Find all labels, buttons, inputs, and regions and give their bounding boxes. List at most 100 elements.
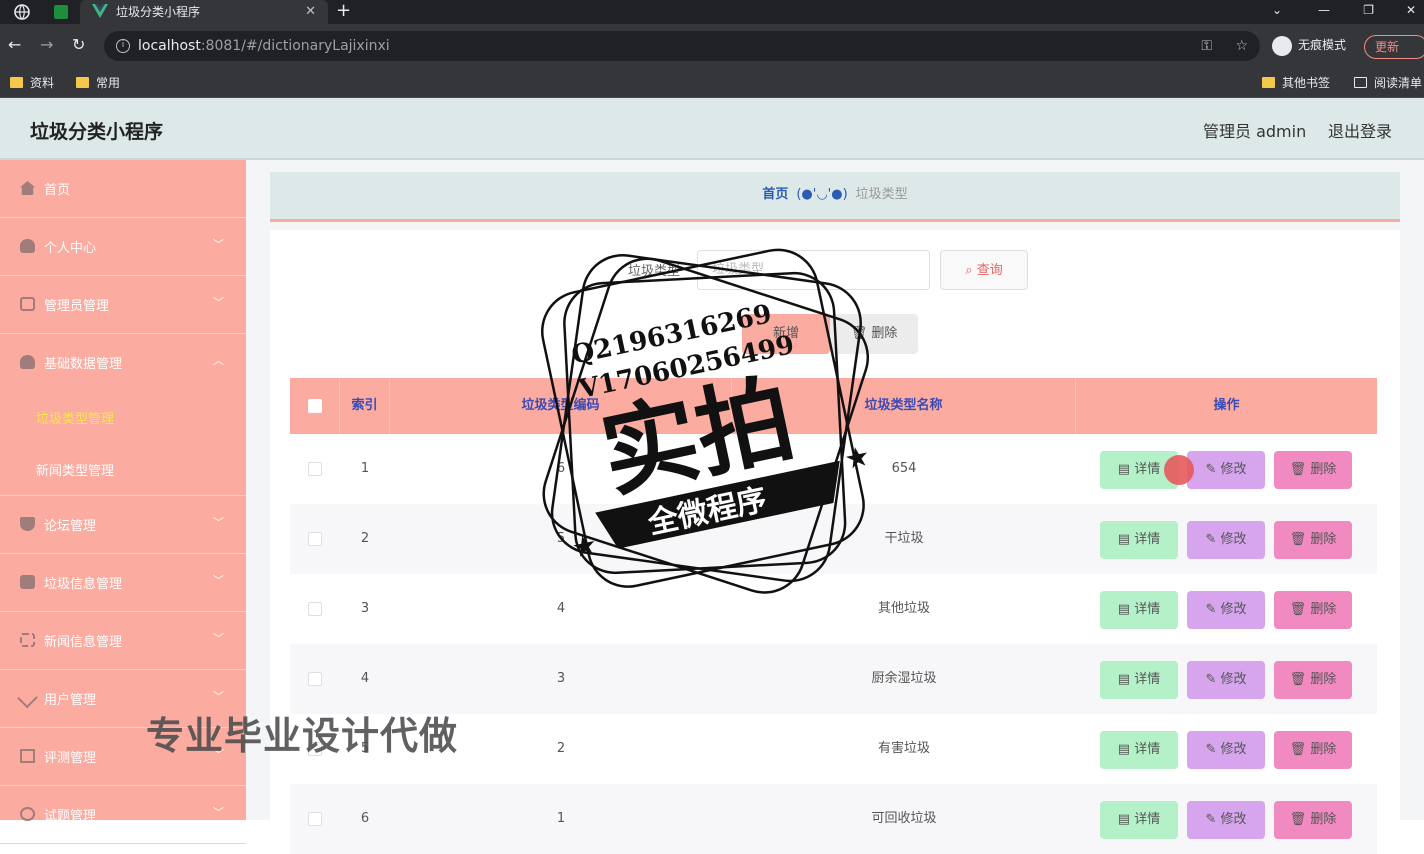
bookmark-label: 常用 [96,76,121,90]
sidebar-item-exam[interactable]: 试题管理 ﹀ [0,786,246,844]
sidebar-item-label: 个人中心 [44,241,97,256]
chevron-down-icon: ﹀ [213,574,224,587]
frame-icon [20,633,35,647]
row-checkbox[interactable] [308,602,322,616]
sidebar-subitem-garbage-type[interactable]: 垃圾类型管理 [0,392,246,444]
delete-label: 删除 [1310,672,1337,687]
add-button[interactable]: 新增 [742,314,830,354]
browser-tab-strip: 垃圾分类小程序 ✕ + ⌄ — ❐ ✕ [0,0,1424,24]
incognito-label: 无痕模式 [1298,38,1347,52]
close-window-icon[interactable]: ✕ [1406,3,1416,17]
search-input[interactable]: 垃圾类型 [697,250,930,290]
restore-icon[interactable]: ❐ [1363,3,1374,17]
sidebar-item-garbage-info[interactable]: 垃圾信息管理 ﹀ [0,554,246,612]
bookmark-label: 其他书签 [1282,76,1331,90]
delete-button[interactable]: 🗑 删除 [1274,451,1352,489]
chevron-down-icon: ﹀ [213,632,224,645]
reading-list[interactable]: 阅读清单 [1354,74,1422,92]
detail-button[interactable]: ▤ 详情 [1100,591,1178,629]
sheets-icon[interactable] [54,5,68,19]
edit-button[interactable]: ✎ 修改 [1187,731,1265,769]
incognito-indicator[interactable]: 无痕模式 [1272,34,1346,56]
app-header: 垃圾分类小程序 管理员 admin 退出登录 [0,98,1424,160]
site-info-icon[interactable]: i [116,39,130,53]
url-host: localhost [138,38,201,54]
logout-link[interactable]: 退出登录 [1328,118,1392,142]
header-checkbox-cell [290,378,340,434]
sidebar-item-home[interactable]: 首页 [0,160,246,218]
detail-button[interactable]: ▤ 详情 [1100,731,1178,769]
row-index: 3 [360,601,370,616]
mail-icon [20,749,35,763]
delete-button[interactable]: 🗑 删除 [1274,521,1352,559]
row-checkbox[interactable] [308,532,322,546]
row-checkbox[interactable] [308,672,322,686]
batch-delete-button[interactable]: 🗑 删除 [830,314,918,354]
edit-button[interactable]: ✎ 修改 [1187,801,1265,839]
tab-search-icon[interactable]: ⌄ [1272,3,1282,17]
address-toolbar: ← → ↻ i localhost:8081/#/dictionaryLajix… [0,24,1424,68]
row-name: 654 [891,461,917,476]
bookmark-folder-1[interactable]: 资料 [10,74,54,92]
trash-icon: 🗑 [1289,672,1311,687]
edit-button[interactable]: ✎ 修改 [1187,591,1265,629]
edit-label: 修改 [1220,462,1247,477]
header-code[interactable]: 垃圾类型编码 [390,378,732,434]
sidebar-item-news-info[interactable]: 新闻信息管理 ﹀ [0,612,246,670]
sidebar-subitem-label: 垃圾类型管理 [36,412,115,427]
other-bookmarks[interactable]: 其他书签 [1262,74,1330,92]
edit-button[interactable]: ✎ 修改 [1187,661,1265,699]
close-tab-icon[interactable]: ✕ [305,0,316,24]
delete-button[interactable]: 🗑 删除 [1274,591,1352,629]
sidebar-item-label: 垃圾信息管理 [44,577,123,592]
vue-logo-icon [92,4,108,18]
select-all-checkbox[interactable] [308,399,322,413]
new-tab-icon[interactable]: + [336,0,351,22]
sidebar-subitem-news-type[interactable]: 新闻类型管理 [0,444,246,496]
detail-button[interactable]: ▤ 详情 [1100,521,1178,559]
url-bar[interactable]: i localhost:8081/#/dictionaryLajixinxi ⚿… [104,31,1260,61]
trash-icon: 🗑 [1289,462,1311,477]
row-checkbox[interactable] [308,462,322,476]
edit-button[interactable]: ✎ 修改 [1187,451,1265,489]
sidebar-item-admins[interactable]: 管理员管理 ﹀ [0,276,246,334]
sidebar-item-label: 首页 [44,183,71,198]
browser-tab-active[interactable]: 垃圾分类小程序 ✕ [80,0,328,24]
detail-button[interactable]: ▤ 详情 [1100,661,1178,699]
sidebar-item-label: 基础数据管理 [44,357,123,372]
sidebar-item-profile[interactable]: 个人中心 ﹀ [0,218,246,276]
reload-icon[interactable]: ↻ [72,35,85,54]
row-checkbox[interactable] [308,812,322,826]
delete-button[interactable]: 🗑 删除 [1274,731,1352,769]
delete-button[interactable]: 🗑 删除 [1274,801,1352,839]
sidebar-item-basic-data[interactable]: 基础数据管理 ︿ [0,334,246,392]
table-row: 6 1 可回收垃圾 ▤ 详情 ✎ 修改 🗑 删除 [290,784,1377,854]
batch-delete-label: 删除 [871,326,898,341]
breadcrumb-home[interactable]: 首页 [762,187,788,202]
bookmark-folder-2[interactable]: 常用 [76,74,120,92]
update-button[interactable]: 更新 [1364,35,1424,59]
breadcrumb-current: 垃圾类型 [855,187,908,202]
detail-button[interactable]: ▤ 详情 [1100,801,1178,839]
update-label: 更新 [1375,40,1400,54]
delete-button[interactable]: 🗑 删除 [1274,661,1352,699]
edit-button[interactable]: ✎ 修改 [1187,521,1265,559]
forward-icon[interactable]: → [40,35,53,54]
sidebar-item-label: 新闻信息管理 [44,635,123,650]
sidebar-item-forum[interactable]: 论坛管理 ﹀ [0,496,246,554]
back-icon[interactable]: ← [8,35,21,54]
chevron-down-icon: ﹀ [213,516,224,529]
table-row: 1 6 654 ▤ 详情 ✎ 修改 🗑 删除 [290,434,1377,504]
chevron-down-icon: ﹀ [213,690,224,703]
bookmark-star-icon[interactable]: ☆ [1235,31,1248,61]
globe-icon[interactable] [14,4,30,20]
search-button[interactable]: ⌕ 查询 [940,250,1028,290]
chevron-down-icon: ﹀ [213,296,224,309]
minimize-icon[interactable]: — [1318,3,1330,17]
header-name[interactable]: 垃圾类型名称 [732,378,1076,434]
key-icon[interactable]: ⚿ [1201,31,1212,61]
app-title: 垃圾分类小程序 [30,121,164,143]
row-code: 6 [556,461,566,476]
trash-icon: 🗑 [1289,532,1311,547]
row-index: 6 [360,811,370,826]
